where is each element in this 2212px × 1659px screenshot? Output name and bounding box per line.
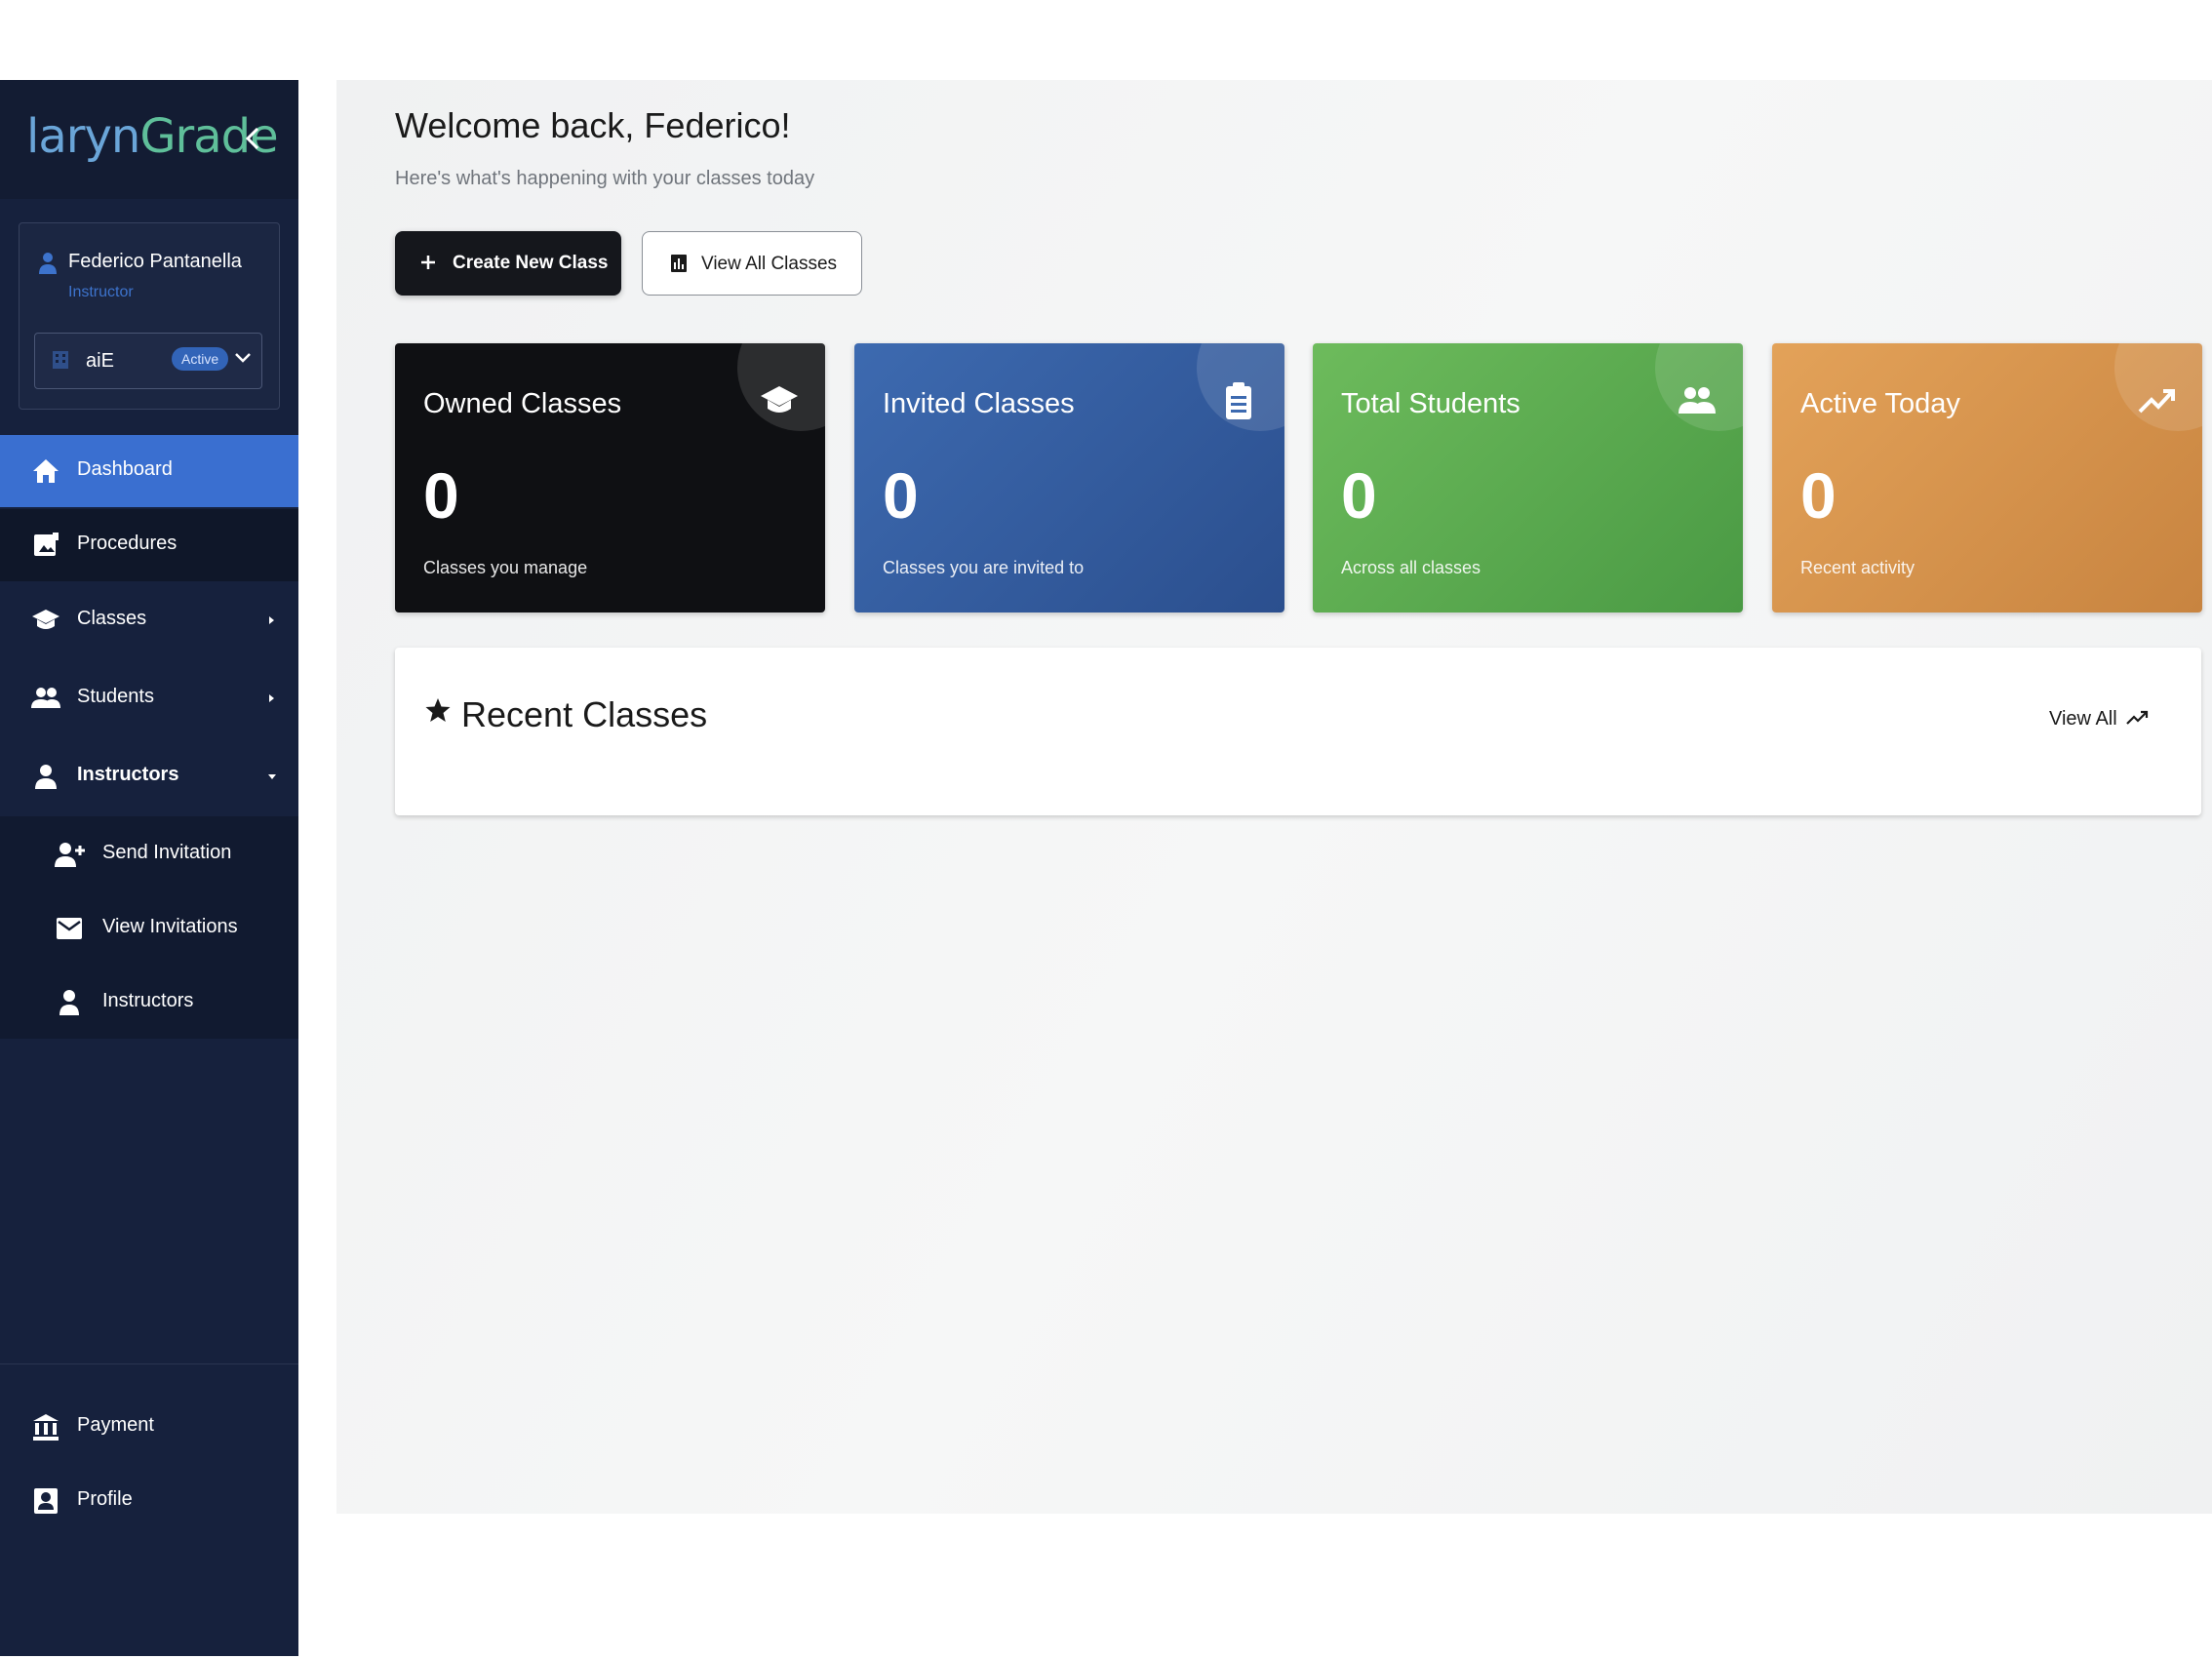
sidebar-item-label: Instructors <box>77 764 179 785</box>
sidebar-subitem-instructors[interactable]: Instructors <box>0 965 298 1039</box>
button-label: View All Classes <box>701 254 838 274</box>
brand-row: larynGrade <box>0 80 298 199</box>
page-subtitle: Here's what's happening with your classe… <box>395 168 815 189</box>
organization-name: aiE <box>86 350 114 372</box>
sidebar-item-label: Send Invitation <box>102 842 232 863</box>
stat-card-owned-classes: Owned Classes 0 Classes you manage <box>395 343 825 612</box>
sidebar-item-label: Payment <box>77 1414 154 1436</box>
sidebar-item-label: Profile <box>77 1488 133 1510</box>
sidebar-item-dashboard[interactable]: Dashboard <box>0 435 298 507</box>
bank-icon <box>31 1412 60 1442</box>
stat-description: Recent activity <box>1800 558 1916 577</box>
sidebar-item-instructors[interactable]: Instructors <box>0 740 298 812</box>
chevron-left-icon <box>245 127 259 150</box>
stat-description: Classes you are invited to <box>883 558 1085 577</box>
stat-description: Across all classes <box>1341 558 1481 577</box>
school-icon <box>31 606 60 635</box>
sidebar-item-label: Instructors <box>102 990 194 1011</box>
stat-value: 0 <box>423 459 459 532</box>
brand-prefix: laryn <box>26 109 140 164</box>
stat-title: Total Students <box>1341 388 1521 419</box>
clipboard-icon <box>1218 380 1259 421</box>
star-icon <box>424 696 452 724</box>
people-icon <box>1677 380 1718 421</box>
stat-title: Invited Classes <box>883 388 1075 419</box>
person-icon <box>55 988 86 1017</box>
person-icon <box>31 762 60 791</box>
create-new-class-button[interactable]: Create New Class <box>395 231 621 296</box>
stat-card-total-students: Total Students 0 Across all classes <box>1313 343 1743 612</box>
chevron-right-icon <box>265 691 279 705</box>
main-content: Welcome back, Federico! Here's what's ha… <box>336 80 2212 1514</box>
stat-title: Active Today <box>1800 388 1960 419</box>
stat-card-invited-classes: Invited Classes 0 Classes you are invite… <box>854 343 1284 612</box>
people-icon <box>31 684 60 713</box>
stat-value: 0 <box>1800 459 1837 532</box>
sidebar-item-students[interactable]: Students <box>0 662 298 734</box>
user-role: Instructor <box>68 284 134 300</box>
recent-classes-panel: Recent Classes View All <box>395 648 2201 815</box>
sidebar-subitem-send-invitation[interactable]: Send Invitation <box>0 816 298 890</box>
section-title: Recent Classes <box>461 694 708 734</box>
sidebar-item-label: View Invitations <box>102 916 238 937</box>
sidebar-item-label: Students <box>77 686 154 707</box>
home-icon <box>31 456 60 486</box>
user-card: Federico Pantanella Instructor aiE Activ… <box>19 222 280 410</box>
sidebar-item-classes[interactable]: Classes <box>0 584 298 656</box>
trending-up-icon <box>2136 380 2177 421</box>
chart-icon <box>670 254 688 273</box>
video-library-icon <box>31 531 60 560</box>
sidebar-subitem-view-invitations[interactable]: View Invitations <box>0 890 298 965</box>
view-all-link[interactable]: View All <box>2049 706 2156 735</box>
button-label: Create New Class <box>453 253 609 273</box>
stat-description: Classes you manage <box>423 558 588 577</box>
stat-title: Owned Classes <box>423 388 622 419</box>
person-add-icon <box>55 840 86 869</box>
plus-icon <box>419 254 437 271</box>
sidebar-item-label: Classes <box>77 608 147 629</box>
stat-value: 0 <box>1341 459 1377 532</box>
sidebar-item-payment[interactable]: Payment <box>0 1391 298 1463</box>
sidebar-item-profile[interactable]: Profile <box>0 1465 298 1537</box>
page-title: Welcome back, Federico! <box>395 105 791 145</box>
stat-value: 0 <box>883 459 919 532</box>
status-badge: Active <box>172 347 229 371</box>
collapse-sidebar-button[interactable] <box>238 119 267 158</box>
building-icon <box>51 349 70 371</box>
sidebar-divider <box>0 1363 298 1364</box>
user-icon <box>37 251 59 276</box>
graduation-cap-icon <box>759 380 800 421</box>
view-all-label: View All <box>2049 708 2117 730</box>
sidebar: larynGrade Federico Pantanella Instructo… <box>0 80 298 1656</box>
sidebar-item-procedures[interactable]: Procedures <box>0 509 298 581</box>
sidebar-item-label: Procedures <box>77 533 178 554</box>
chevron-down-icon <box>265 770 279 783</box>
trending-up-icon <box>2125 706 2149 730</box>
view-all-classes-button[interactable]: View All Classes <box>642 231 862 296</box>
user-name: Federico Pantanella <box>68 251 242 272</box>
stat-card-active-today: Active Today 0 Recent activity <box>1772 343 2202 612</box>
mail-icon <box>55 914 86 943</box>
chevron-right-icon <box>265 613 279 627</box>
sidebar-item-label: Dashboard <box>77 458 173 480</box>
account-box-icon <box>31 1486 60 1516</box>
chevron-down-icon <box>232 347 254 369</box>
organization-select[interactable]: aiE Active <box>34 333 262 389</box>
